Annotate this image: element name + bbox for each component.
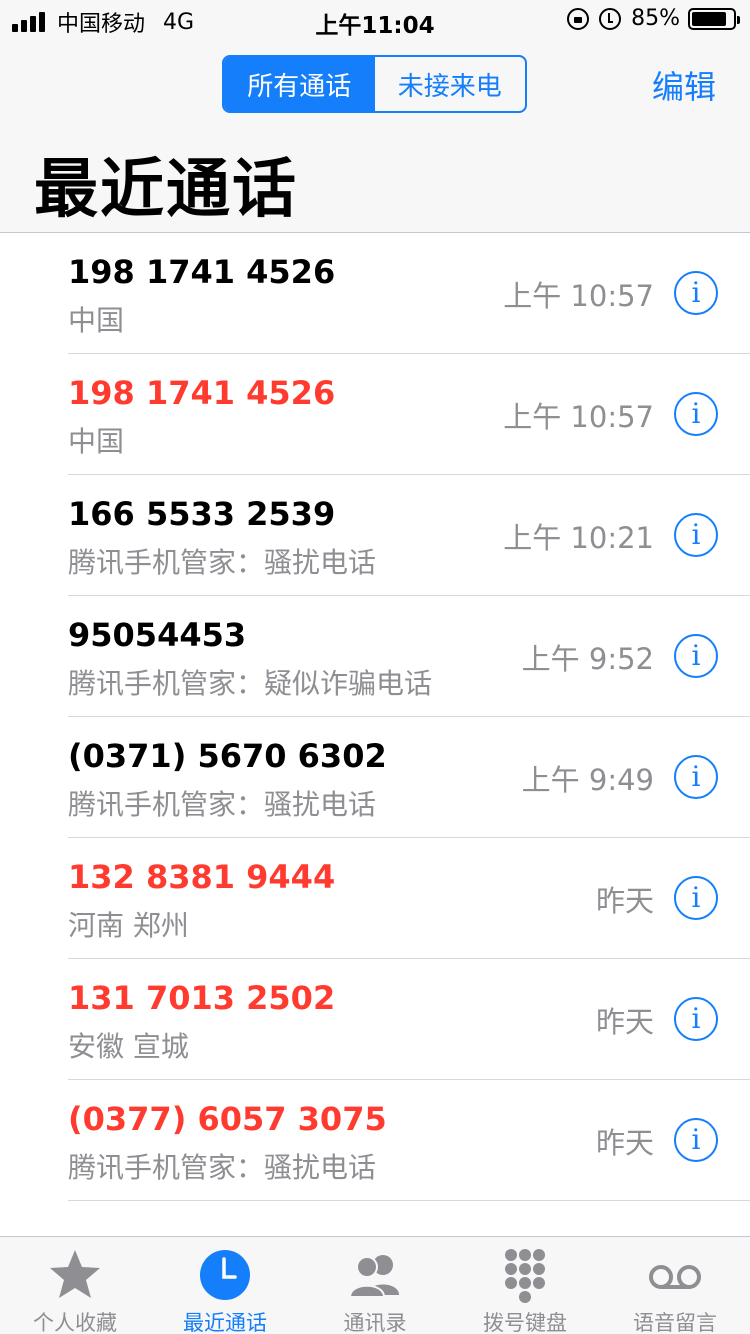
- tab-contacts[interactable]: 通讯录: [300, 1237, 450, 1334]
- call-row[interactable]: 132 8381 9444 河南 郑州 昨天 i: [68, 838, 750, 959]
- info-icon[interactable]: i: [674, 997, 718, 1041]
- tab-label: 最近通话: [183, 1311, 267, 1334]
- tab-bar: 个人收藏 最近通话 通讯录 拨号键盘 语音留言: [0, 1236, 750, 1334]
- call-time: 上午 10:57: [503, 400, 654, 434]
- alarm-icon: [599, 7, 622, 30]
- call-time: 昨天: [595, 1005, 654, 1039]
- voicemail-icon: [649, 1265, 701, 1289]
- call-number: (0371) 5670 6302: [68, 737, 387, 775]
- call-filter-segment: 所有通话 未接来电: [222, 55, 527, 113]
- tab-label: 个人收藏: [33, 1311, 117, 1334]
- info-icon[interactable]: i: [674, 1118, 718, 1162]
- tab-label: 拨号键盘: [483, 1311, 567, 1334]
- call-time: 上午 10:21: [503, 521, 654, 555]
- call-location: 腾讯手机管家：骚扰电话: [68, 546, 377, 579]
- nav-header: 所有通话 未接来电 编辑 最近通话: [0, 40, 750, 233]
- call-time: 昨天: [595, 1126, 654, 1160]
- call-location: 中国: [68, 425, 125, 458]
- call-row[interactable]: 131 7013 2502 安徽 宣城 昨天 i: [68, 959, 750, 1080]
- call-location: 中国: [68, 304, 125, 337]
- info-icon[interactable]: i: [674, 271, 718, 315]
- tab-keypad[interactable]: 拨号键盘: [450, 1237, 600, 1334]
- orientation-lock-icon: [567, 7, 590, 30]
- call-location: 河南 郑州: [68, 909, 189, 942]
- segment-missed-calls[interactable]: 未接来电: [375, 57, 526, 111]
- call-time: 昨天: [595, 884, 654, 918]
- call-row[interactable]: 166 5533 2539 腾讯手机管家：骚扰电话 上午 10:21 i: [68, 475, 750, 596]
- tab-label: 通讯录: [343, 1311, 407, 1334]
- battery-fill: [692, 11, 726, 26]
- call-number: (0377) 6057 3075: [68, 1100, 387, 1138]
- info-icon[interactable]: i: [674, 634, 718, 678]
- call-location: 腾讯手机管家：骚扰电话: [68, 1151, 377, 1184]
- call-number: 198 1741 4526: [68, 253, 336, 291]
- call-row[interactable]: 95054453 腾讯手机管家：疑似诈骗电话 上午 9:52 i: [68, 596, 750, 717]
- battery-percent: 85%: [631, 6, 680, 31]
- segment-all-calls[interactable]: 所有通话: [224, 57, 375, 111]
- call-number: 131 7013 2502: [68, 979, 336, 1017]
- edit-button[interactable]: 编辑: [652, 62, 716, 108]
- info-icon[interactable]: i: [674, 755, 718, 799]
- tab-recents[interactable]: 最近通话: [150, 1237, 300, 1334]
- tab-favorites[interactable]: 个人收藏: [0, 1237, 150, 1334]
- keypad-icon: [505, 1249, 545, 1303]
- call-location: 安徽 宣城: [68, 1030, 189, 1063]
- call-number: 95054453: [68, 616, 247, 654]
- star-icon: [50, 1250, 100, 1298]
- call-number: 166 5533 2539: [68, 495, 336, 533]
- call-time: 上午 9:49: [521, 763, 654, 797]
- recent-calls-list[interactable]: 198 1741 4526 中国 上午 10:57 i 198 1741 4526 中国上…: [0, 233, 750, 1236]
- info-icon[interactable]: i: [674, 392, 718, 436]
- call-row[interactable]: 198 1741 4526 中国 上午 10:57 i: [68, 354, 750, 475]
- call-time: 上午 10:57: [503, 279, 654, 313]
- call-row[interactable]: 198 1741 4526 中国 上午 10:57 i: [68, 233, 750, 354]
- status-right: 85%: [567, 6, 740, 31]
- info-icon[interactable]: i: [674, 513, 718, 557]
- info-icon[interactable]: i: [674, 876, 718, 920]
- call-row[interactable]: (0371) 5670 6302 腾讯手机管家：骚扰电话 上午 9:49 i: [68, 717, 750, 838]
- call-number: 132 8381 9444: [68, 858, 336, 896]
- tab-label: 语音留言: [633, 1311, 717, 1334]
- call-location: 腾讯手机管家：疑似诈骗电话: [68, 667, 433, 700]
- tab-voicemail[interactable]: 语音留言: [600, 1237, 750, 1334]
- battery-icon: [688, 7, 740, 30]
- call-number: 198 1741 4526: [68, 374, 336, 412]
- status-bar: 中国移动 4G 上午11:04 85%: [0, 0, 750, 40]
- clock-icon: [200, 1250, 250, 1300]
- call-time: 上午 9:52: [521, 642, 654, 676]
- call-row[interactable]: (0377) 6057 3075 腾讯手机管家：骚扰电话 昨天 i: [68, 1080, 750, 1201]
- page-title: 最近通话: [34, 153, 298, 227]
- call-location: 腾讯手机管家：骚扰电话: [68, 788, 377, 821]
- contacts-icon: [348, 1255, 399, 1298]
